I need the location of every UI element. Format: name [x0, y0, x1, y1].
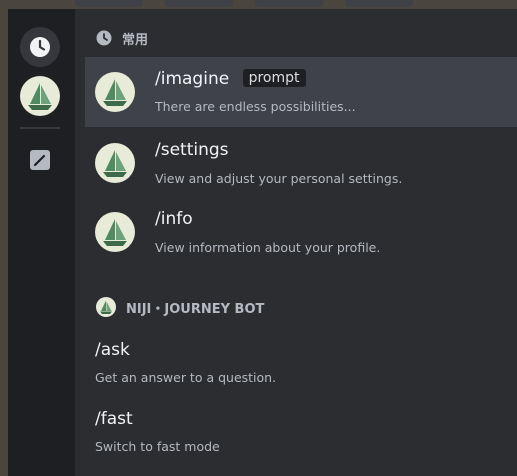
command-name: /ask [95, 340, 130, 360]
rail-divider [20, 127, 60, 129]
bot-avatar [95, 72, 135, 112]
background-chip [345, 0, 413, 7]
bot-avatar [95, 212, 135, 252]
background-strip [0, 0, 517, 9]
bot-avatar [95, 143, 135, 183]
bot-category-button[interactable] [20, 76, 60, 116]
command-name-text: /imagine [155, 69, 230, 89]
command-row-settings[interactable]: /settings View and adjust your personal … [85, 130, 517, 200]
edit-category-button[interactable] [25, 145, 55, 175]
command-row-info[interactable]: /info View information about your profil… [85, 200, 517, 270]
sailboat-avatar-icon [96, 297, 116, 317]
command-name: /settings [155, 140, 229, 160]
command-description: There are endless possibilities... [155, 99, 356, 114]
command-row-fast[interactable]: /fast Switch to fast mode [85, 402, 517, 466]
clock-icon [30, 37, 50, 57]
command-row-ask[interactable]: /ask Get an answer to a question. [85, 332, 517, 396]
command-description: View and adjust your personal settings. [155, 171, 403, 186]
section-header-frequent: 常用 [96, 28, 148, 48]
frequent-category-button[interactable] [20, 27, 60, 67]
command-description: Switch to fast mode [95, 439, 220, 454]
section-title: 常用 [122, 32, 149, 48]
background-chip [255, 0, 323, 7]
pencil-icon [30, 150, 50, 170]
sailboat-avatar-icon [103, 79, 127, 106]
command-description: Get an answer to a question. [95, 370, 277, 385]
command-row-imagine[interactable]: /imagine prompt There are endless possib… [85, 57, 517, 127]
background-edge [0, 9, 8, 476]
command-name: /info [155, 209, 193, 229]
section-header-bot: NIJI・JOURNEY BOT [96, 297, 264, 317]
background-chip [165, 0, 233, 7]
sailboat-avatar-icon [103, 219, 127, 246]
sailboat-avatar-icon [28, 83, 52, 110]
command-description: View information about your profile. [155, 240, 381, 255]
command-name: /fast [95, 409, 133, 429]
sailboat-avatar-icon [103, 150, 127, 177]
background-chip [75, 0, 143, 7]
command-name: /imagine prompt [155, 69, 306, 89]
command-option-pill: prompt [242, 69, 306, 87]
section-title: NIJI・JOURNEY BOT [126, 301, 265, 317]
clock-icon [96, 30, 112, 46]
